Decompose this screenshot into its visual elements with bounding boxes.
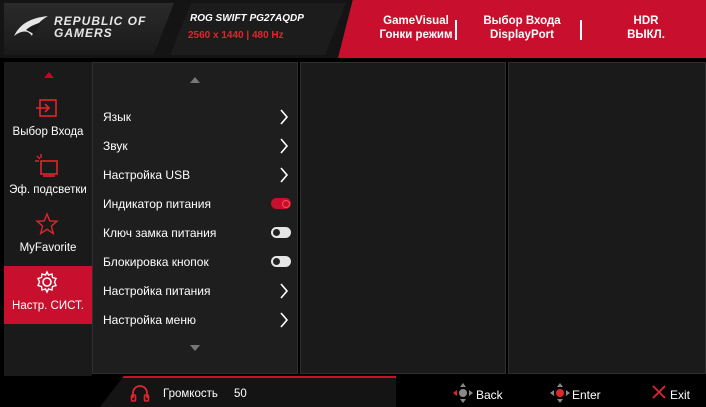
- menu-item-usb[interactable]: Настройка USB: [93, 161, 297, 189]
- chevron-right-icon: [280, 109, 289, 125]
- status-input: Выбор Входа DisplayPort: [462, 14, 582, 42]
- menu-item-label: Настройка меню: [103, 313, 196, 327]
- menu-item-sound[interactable]: Звук: [93, 132, 297, 160]
- gear-icon: [35, 270, 59, 294]
- power-key-lock-toggle[interactable]: [271, 227, 291, 238]
- brand-name: REPUBLIC OF GAMERS: [54, 15, 146, 39]
- model-number: PG27AQDP: [249, 13, 304, 24]
- chevron-right-icon: [280, 138, 289, 154]
- sidebar-item-light-effect[interactable]: Эф. подсветки: [4, 150, 92, 208]
- sidebar-item-system[interactable]: Настр. СИСТ.: [4, 266, 92, 324]
- menu-item-label: Настройка USB: [103, 168, 191, 182]
- menu-item-label: Звук: [103, 139, 128, 153]
- brand-line2: GAMERS: [54, 26, 113, 40]
- menu-item-language[interactable]: Язык: [93, 103, 297, 131]
- sidebar-item-label: MyFavorite: [19, 242, 77, 254]
- volume-value: 50: [234, 388, 247, 400]
- menu-item-power-key-lock[interactable]: Ключ замка питания: [93, 219, 297, 247]
- rog-eye-icon: [14, 16, 48, 36]
- menu-item-label: Язык: [103, 110, 132, 124]
- headphones-icon: [130, 385, 150, 402]
- key-lock-toggle[interactable]: [271, 256, 291, 267]
- menu-item-osd-settings[interactable]: Настройка меню: [93, 306, 297, 334]
- close-icon: [652, 385, 666, 399]
- status-label: HDR: [633, 15, 659, 27]
- sidebar-item-input[interactable]: Выбор Входа: [4, 92, 92, 150]
- status-value: Гонки режим: [379, 29, 453, 41]
- menu-item-label: Блокировка кнопок: [103, 255, 209, 269]
- star-icon: [35, 212, 59, 236]
- model-spec: 2560 x 1440 | 480 Hz: [188, 30, 284, 41]
- model-series: ROG SWIFT: [190, 13, 247, 24]
- menu-scroll-up-icon[interactable]: [190, 77, 200, 83]
- enter-button[interactable]: Enter: [572, 388, 601, 402]
- detail-column: [508, 62, 706, 374]
- power-indicator-toggle[interactable]: [271, 198, 291, 209]
- status-value: ВЫКЛ.: [627, 29, 665, 41]
- status-label: GameVisual: [383, 15, 449, 27]
- status-divider: [455, 20, 457, 40]
- menu-scroll-down-icon[interactable]: [190, 345, 200, 351]
- menu-item-power-indicator[interactable]: Индикатор питания: [93, 190, 297, 218]
- input-icon: [35, 96, 59, 120]
- sidebar-item-label: Выбор Входа: [12, 126, 84, 138]
- model-panel: [170, 3, 346, 55]
- model-name: ROG SWIFT PG27AQDP: [190, 13, 304, 24]
- submenu-column: [300, 62, 506, 374]
- chevron-right-icon: [280, 312, 289, 328]
- nav-scroll-up-icon[interactable]: [44, 72, 54, 78]
- status-gamevisual: GameVisual Гонки режим: [366, 14, 466, 42]
- status-value: DisplayPort: [490, 29, 554, 41]
- sidebar-item-label: Настр. СИСТ.: [12, 300, 84, 312]
- menu-item-label: Ключ замка питания: [103, 226, 217, 240]
- menu-column: Язык Звук Настройка USB Индикатор питани…: [92, 62, 298, 374]
- menu-item-key-lock[interactable]: Блокировка кнопок: [93, 248, 297, 276]
- exit-button[interactable]: Exit: [670, 388, 690, 402]
- sidebar-item-label: Эф. подсветки: [9, 184, 87, 196]
- status-label: Выбор Входа: [483, 15, 561, 27]
- menu-item-power-settings[interactable]: Настройка питания: [93, 277, 297, 305]
- chevron-right-icon: [280, 283, 289, 299]
- menu-item-label: Настройка питания: [103, 284, 211, 298]
- volume-label: Громкость: [163, 388, 218, 400]
- light-effect-icon: [35, 154, 59, 178]
- status-divider: [580, 20, 582, 40]
- status-hdr: HDR ВЫКЛ.: [596, 14, 696, 42]
- joystick-press-icon: [550, 383, 570, 403]
- menu-item-label: Индикатор питания: [103, 197, 211, 211]
- chevron-right-icon: [280, 167, 289, 183]
- sidebar-item-myfavorite[interactable]: MyFavorite: [4, 208, 92, 266]
- back-button[interactable]: Back: [476, 388, 503, 402]
- joystick-left-icon: [453, 383, 473, 403]
